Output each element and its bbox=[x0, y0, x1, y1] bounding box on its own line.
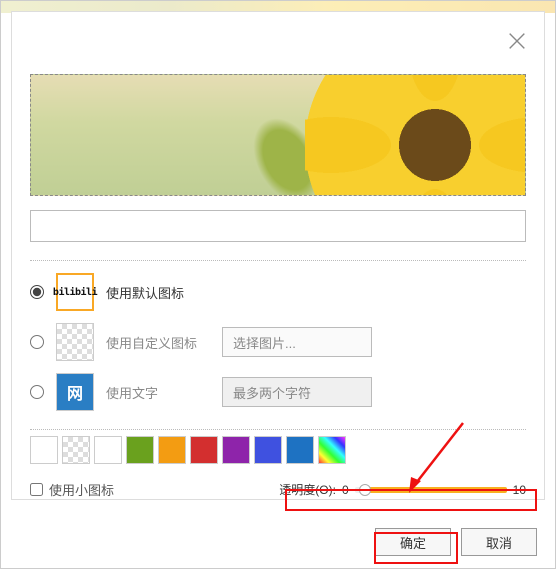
use-small-icon-checkbox[interactable] bbox=[30, 483, 43, 496]
slider-thumb[interactable] bbox=[359, 484, 371, 496]
use-small-icon-row: 使用小图标 bbox=[30, 480, 114, 499]
option-default-icon: bilibili 使用默认图标 bbox=[30, 273, 526, 311]
bottom-controls: 使用小图标 透明度(O): 0 10 bbox=[30, 480, 526, 499]
color-swatch-6[interactable] bbox=[222, 436, 250, 464]
close-icon bbox=[506, 30, 528, 52]
opacity-control: 透明度(O): 0 10 bbox=[279, 481, 526, 498]
custom-icon-label: 使用自定义图标 bbox=[106, 333, 210, 352]
color-swatch-4[interactable] bbox=[158, 436, 186, 464]
bilibili-icon: bilibili bbox=[53, 287, 97, 298]
icon-text-placeholder: 最多两个字符 bbox=[233, 383, 311, 402]
opacity-max: 10 bbox=[513, 483, 526, 497]
text-icon-label: 使用文字 bbox=[106, 383, 210, 402]
custom-icon-preview[interactable] bbox=[56, 323, 94, 361]
opacity-min: 0 bbox=[342, 483, 349, 497]
option-custom-icon: 使用自定义图标 选择图片... bbox=[30, 323, 526, 361]
divider bbox=[30, 429, 526, 430]
color-swatch-1[interactable] bbox=[62, 436, 90, 464]
default-icon-preview[interactable]: bilibili bbox=[56, 273, 94, 311]
cancel-button[interactable]: 取消 bbox=[461, 528, 537, 556]
use-small-icon-label: 使用小图标 bbox=[49, 480, 114, 499]
radio-text-icon[interactable] bbox=[30, 385, 44, 399]
title-input[interactable] bbox=[30, 210, 526, 242]
color-swatch-5[interactable] bbox=[190, 436, 218, 464]
color-swatch-0[interactable] bbox=[30, 436, 58, 464]
opacity-slider[interactable] bbox=[355, 483, 507, 497]
radio-default-icon[interactable] bbox=[30, 285, 44, 299]
cancel-label: 取消 bbox=[486, 533, 512, 552]
default-icon-label: 使用默认图标 bbox=[106, 283, 210, 302]
close-button[interactable] bbox=[506, 30, 530, 54]
ok-button[interactable]: 确定 bbox=[375, 528, 451, 556]
slider-track bbox=[355, 487, 507, 493]
option-text-icon: 网 使用文字 最多两个字符 bbox=[30, 373, 526, 411]
color-swatches bbox=[30, 436, 526, 464]
text-icon-preview[interactable]: 网 bbox=[56, 373, 94, 411]
color-swatch-3[interactable] bbox=[126, 436, 154, 464]
pick-image-button[interactable]: 选择图片... bbox=[222, 327, 372, 357]
icon-text-input[interactable]: 最多两个字符 bbox=[222, 377, 372, 407]
preview-sunflower-decoration bbox=[305, 74, 526, 196]
dialog-buttons: 确定 取消 bbox=[375, 528, 537, 556]
opacity-label: 透明度(O): bbox=[279, 481, 336, 498]
pick-image-label: 选择图片... bbox=[233, 333, 296, 352]
color-swatch-8[interactable] bbox=[286, 436, 314, 464]
wang-char: 网 bbox=[67, 380, 83, 404]
color-swatch-7[interactable] bbox=[254, 436, 282, 464]
color-swatch-2[interactable] bbox=[94, 436, 122, 464]
icon-source-options: bilibili 使用默认图标 使用自定义图标 选择图片... 网 使用文字 最… bbox=[30, 273, 526, 411]
preview-image bbox=[30, 74, 526, 196]
ok-label: 确定 bbox=[400, 533, 426, 552]
radio-custom-icon[interactable] bbox=[30, 335, 44, 349]
icon-settings-dialog: bilibili 使用默认图标 使用自定义图标 选择图片... 网 使用文字 最… bbox=[11, 11, 545, 500]
divider bbox=[30, 260, 526, 261]
color-swatch-9[interactable] bbox=[318, 436, 346, 464]
